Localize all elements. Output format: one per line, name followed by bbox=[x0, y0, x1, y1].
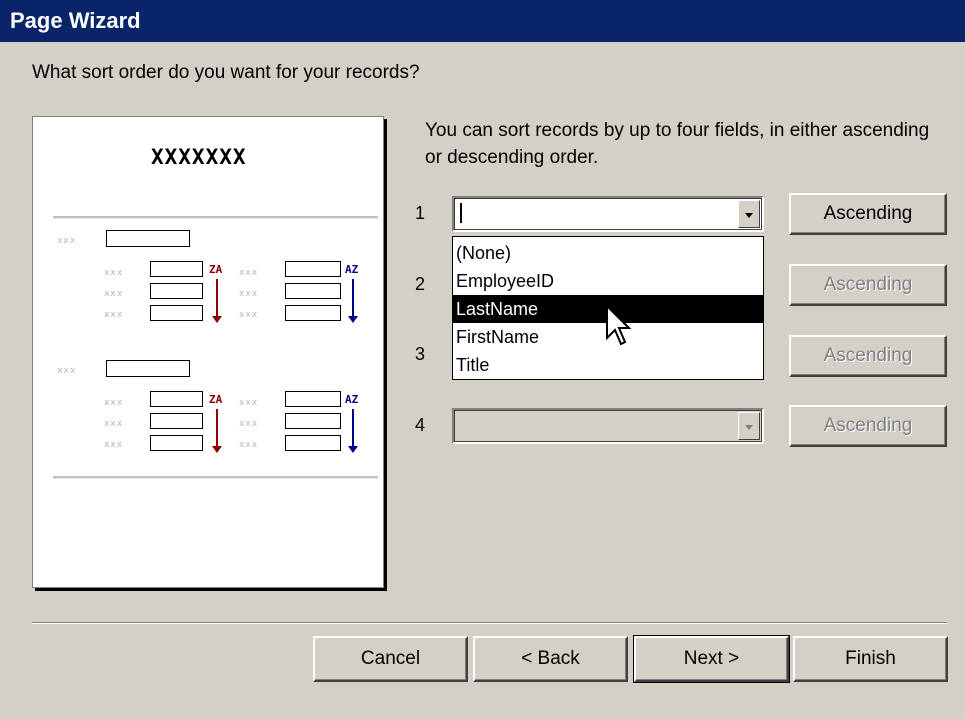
next-button[interactable]: Next > bbox=[633, 635, 790, 683]
back-button[interactable]: < Back bbox=[473, 636, 628, 682]
preview-field-label: xxx bbox=[104, 310, 124, 320]
sort-preview: XXXXXXX xxx xxx xxx xxx ZA xxx xxx xxx A… bbox=[32, 116, 384, 588]
preview-field-box bbox=[285, 391, 341, 407]
text-caret bbox=[460, 203, 462, 223]
preview-field-label: xxx bbox=[239, 419, 259, 429]
preview-field-box bbox=[285, 283, 341, 299]
finish-button[interactable]: Finish bbox=[793, 636, 948, 682]
descending-label: ZA bbox=[209, 263, 223, 276]
preview-field-box bbox=[285, 261, 341, 277]
dropdown-option-none[interactable]: (None) bbox=[453, 239, 763, 267]
descending-label: ZA bbox=[209, 393, 223, 406]
sort-order-1-button[interactable]: Ascending bbox=[789, 193, 947, 235]
preview-field-label: xxx bbox=[104, 289, 124, 299]
ascending-label: AZ bbox=[345, 393, 359, 406]
dropdown-option-title[interactable]: Title bbox=[453, 351, 763, 379]
sort-row-number: 2 bbox=[415, 274, 426, 294]
sort-row-number: 4 bbox=[415, 415, 426, 435]
mouse-pointer-icon bbox=[606, 304, 632, 346]
preview-field-label: xxx bbox=[104, 398, 124, 408]
sort-row-number: 1 bbox=[415, 203, 426, 223]
preview-field-label: xxx bbox=[104, 419, 124, 429]
preview-divider bbox=[53, 216, 378, 219]
footer-separator bbox=[32, 622, 947, 624]
preview-field-box bbox=[285, 413, 341, 429]
arrow-down-icon bbox=[212, 409, 222, 453]
preview-field-label: xxx bbox=[239, 268, 259, 278]
sort-row-number: 3 bbox=[415, 344, 426, 364]
preview-field-label: xxx bbox=[239, 310, 259, 320]
sort-field-4-combo[interactable] bbox=[452, 408, 764, 444]
chevron-down-icon[interactable] bbox=[738, 200, 760, 228]
preview-field-label: xxx bbox=[239, 398, 259, 408]
preview-group-box bbox=[106, 230, 190, 247]
chevron-down-icon[interactable] bbox=[738, 412, 760, 440]
sort-description: You can sort records by up to four field… bbox=[425, 120, 930, 168]
preview-group-label: xxx bbox=[57, 366, 77, 376]
preview-field-box bbox=[150, 305, 203, 321]
sort-field-1-combo[interactable] bbox=[452, 196, 764, 232]
preview-field-box bbox=[285, 435, 341, 451]
preview-group-label: xxx bbox=[57, 236, 77, 246]
cancel-button[interactable]: Cancel bbox=[313, 636, 468, 682]
arrow-down-icon bbox=[212, 279, 222, 323]
arrow-down-icon bbox=[348, 279, 358, 323]
preview-field-label: xxx bbox=[104, 268, 124, 278]
ascending-label: AZ bbox=[345, 263, 359, 276]
preview-title: XXXXXXX bbox=[151, 145, 247, 169]
sort-order-2-button[interactable]: Ascending bbox=[789, 264, 947, 306]
preview-group-box bbox=[106, 360, 190, 377]
sort-order-4-button[interactable]: Ascending bbox=[789, 405, 947, 447]
preview-field-label: xxx bbox=[239, 440, 259, 450]
dropdown-option-employeeid[interactable]: EmployeeID bbox=[453, 267, 763, 295]
window-title: Page Wizard bbox=[0, 0, 965, 42]
arrow-down-icon bbox=[348, 409, 358, 453]
sort-order-3-button[interactable]: Ascending bbox=[789, 335, 947, 377]
wizard-question: What sort order do you want for your rec… bbox=[32, 62, 420, 83]
preview-field-box bbox=[150, 283, 203, 299]
preview-field-box bbox=[150, 391, 203, 407]
preview-field-box bbox=[285, 305, 341, 321]
preview-field-label: xxx bbox=[239, 289, 259, 299]
preview-field-box bbox=[150, 261, 203, 277]
preview-field-label: xxx bbox=[104, 440, 124, 450]
preview-field-box bbox=[150, 435, 203, 451]
preview-field-box bbox=[150, 413, 203, 429]
preview-divider bbox=[53, 476, 378, 479]
